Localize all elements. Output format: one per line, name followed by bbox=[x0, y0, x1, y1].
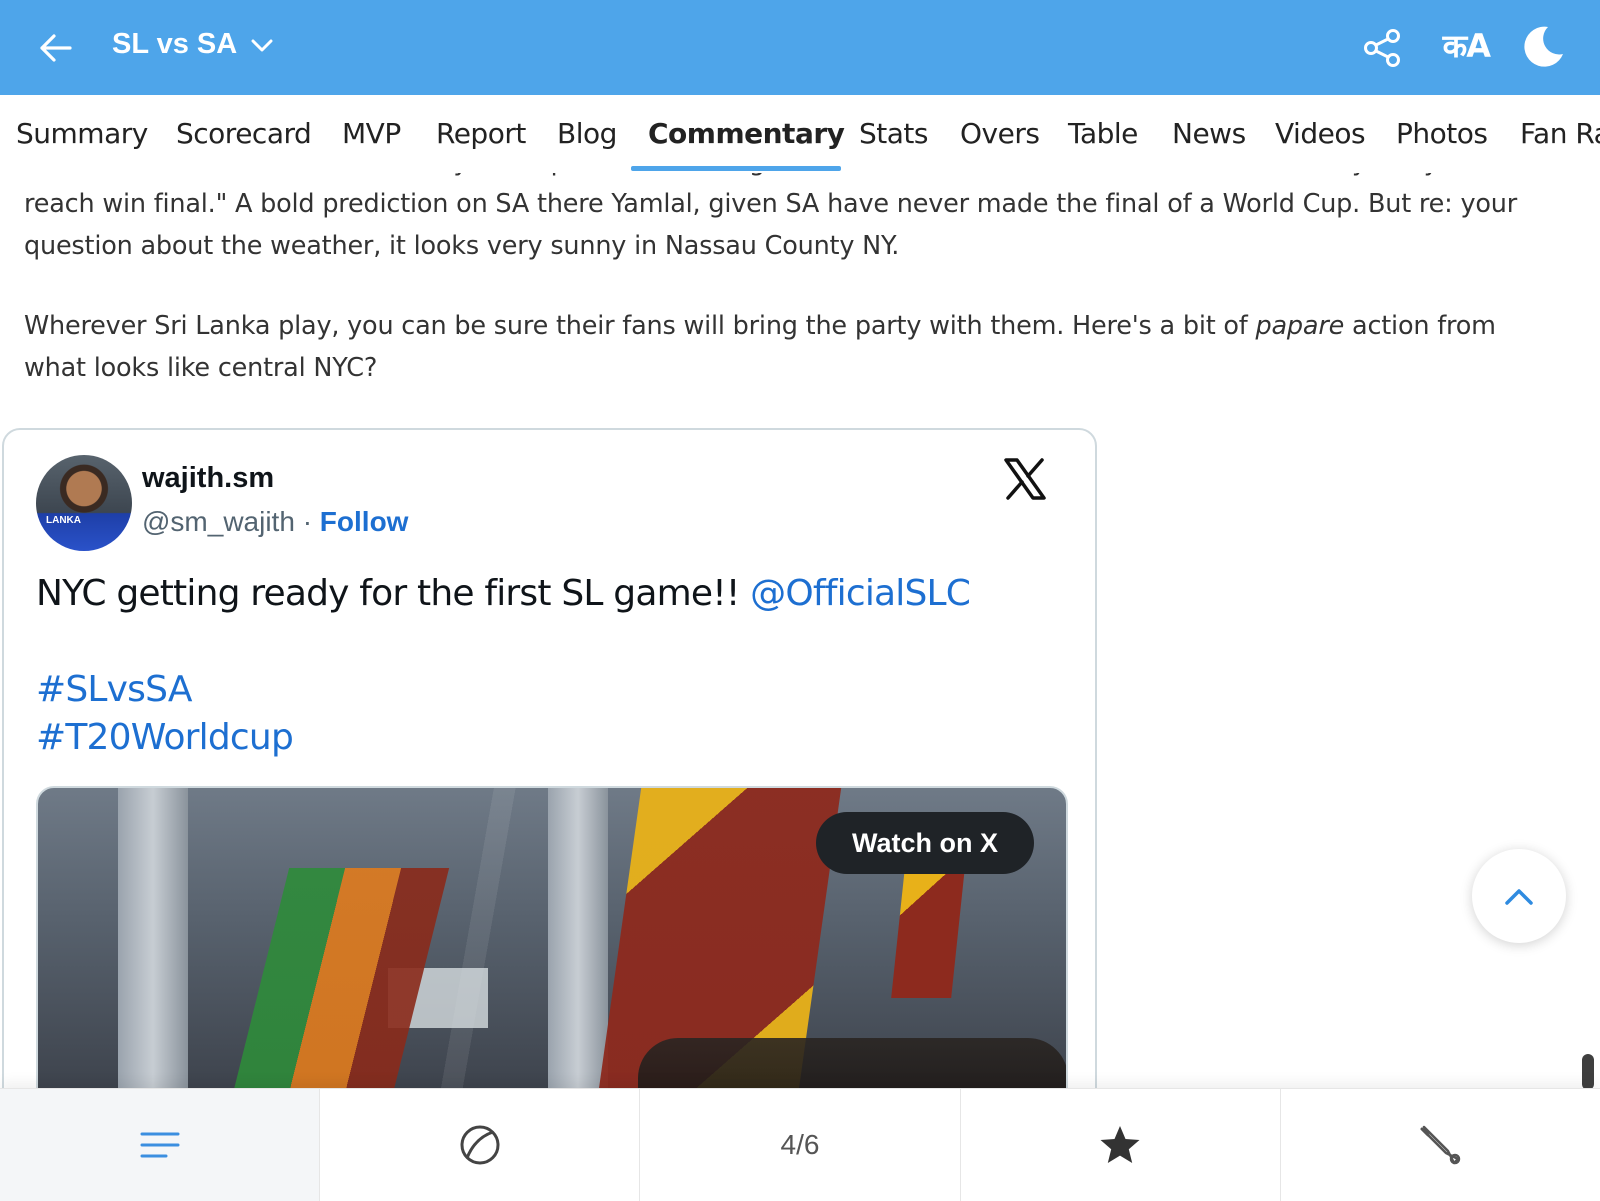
bottom-nav-favorites[interactable] bbox=[961, 1089, 1281, 1201]
video-frame-detail bbox=[118, 788, 188, 1088]
tab-commentary[interactable]: Commentary bbox=[648, 117, 845, 150]
tab-mvp[interactable]: MVP bbox=[342, 117, 401, 150]
app-header: SL vs SA कA bbox=[0, 0, 1600, 95]
language-label: कA bbox=[1442, 27, 1491, 65]
match-title: SL vs SA bbox=[112, 28, 238, 60]
tweet-handle-row: @sm_wajith · Follow bbox=[142, 506, 408, 538]
commentary-paragraph: Yamlal: "Hello from land of Himalayas "N… bbox=[24, 173, 1554, 267]
commentary-text: Wherever Sri Lanka play, you can be sure… bbox=[24, 311, 1256, 341]
commentary-line-cut: Yamlal: "Hello from land of Himalayas "N… bbox=[24, 173, 1554, 183]
back-arrow-icon[interactable] bbox=[36, 28, 76, 68]
embedded-tweet[interactable]: LANKA wajith.sm @sm_wajith · Follow NYC … bbox=[2, 428, 1097, 1088]
flag-image bbox=[891, 868, 965, 998]
tab-videos[interactable]: Videos bbox=[1275, 117, 1366, 150]
tab-stats[interactable]: Stats bbox=[859, 117, 928, 150]
bottom-nav-commentary[interactable] bbox=[0, 1089, 321, 1201]
share-icon[interactable] bbox=[1362, 28, 1402, 68]
tab-news[interactable]: News bbox=[1172, 117, 1246, 150]
avatar[interactable]: LANKA bbox=[36, 455, 132, 551]
cricket-bat-icon bbox=[1420, 1125, 1461, 1165]
tweet-body: NYC getting ready for the first SL game!… bbox=[36, 570, 1066, 762]
page-indicator: 4/6 bbox=[780, 1129, 820, 1160]
tweet-display-name[interactable]: wajith.sm bbox=[142, 462, 274, 495]
chevron-up-icon bbox=[1505, 889, 1533, 905]
tab-photos[interactable]: Photos bbox=[1396, 117, 1488, 150]
tab-table[interactable]: Table bbox=[1068, 117, 1138, 150]
separator: · bbox=[302, 506, 313, 537]
tab-fan-ratings[interactable]: Fan Ra bbox=[1520, 117, 1600, 150]
bottom-nav-pager[interactable]: 4/6 bbox=[640, 1089, 961, 1201]
hashtag-link[interactable]: #SLvsSA bbox=[36, 669, 192, 710]
star-icon bbox=[1100, 1126, 1140, 1163]
tab-scorecard[interactable]: Scorecard bbox=[176, 117, 312, 150]
match-selector[interactable]: SL vs SA bbox=[112, 28, 273, 61]
tab-blog[interactable]: Blog bbox=[557, 117, 617, 150]
match-tabs: Summary Scorecard MVP Report Blog Commen… bbox=[0, 95, 1600, 173]
scrollbar[interactable] bbox=[1582, 1054, 1594, 1090]
x-logo-icon[interactable] bbox=[1002, 456, 1048, 502]
crowd-image bbox=[638, 1038, 1066, 1088]
watch-on-x-button[interactable]: Watch on X bbox=[816, 812, 1034, 874]
tab-summary[interactable]: Summary bbox=[16, 117, 148, 150]
menu-lines-icon bbox=[140, 1132, 180, 1158]
hashtag-link[interactable]: #T20Worldcup bbox=[36, 717, 294, 758]
tab-overs[interactable]: Overs bbox=[960, 117, 1040, 150]
bottom-nav-live[interactable] bbox=[320, 1089, 641, 1201]
emphasis-text: papare bbox=[1255, 311, 1345, 341]
ball-icon bbox=[460, 1125, 500, 1165]
active-tab-indicator bbox=[631, 166, 841, 171]
commentary-paragraph: Wherever Sri Lanka play, you can be sure… bbox=[24, 305, 1554, 389]
language-toggle[interactable]: कA bbox=[1442, 24, 1491, 68]
scroll-to-top-button[interactable] bbox=[1472, 849, 1566, 943]
tweet-handle[interactable]: @sm_wajith bbox=[142, 506, 295, 537]
follow-button[interactable]: Follow bbox=[320, 506, 409, 537]
mention-link[interactable]: @OfficialSLC bbox=[750, 573, 971, 614]
chevron-down-icon bbox=[251, 39, 273, 51]
moon-icon[interactable] bbox=[1520, 24, 1566, 70]
commentary-feed: Yamlal: "Hello from land of Himalayas "N… bbox=[0, 173, 1600, 1088]
video-frame-detail bbox=[548, 788, 608, 1088]
bottom-nav-batting[interactable] bbox=[1281, 1089, 1600, 1201]
flag-image bbox=[226, 868, 450, 1088]
tab-report[interactable]: Report bbox=[436, 117, 526, 150]
commentary-text: reach win final." A bold prediction on S… bbox=[24, 189, 1517, 261]
tweet-video[interactable]: Watch on X bbox=[36, 786, 1068, 1088]
bottom-nav: 4/6 bbox=[0, 1088, 1600, 1201]
tweet-text: NYC getting ready for the first SL game!… bbox=[36, 573, 751, 614]
